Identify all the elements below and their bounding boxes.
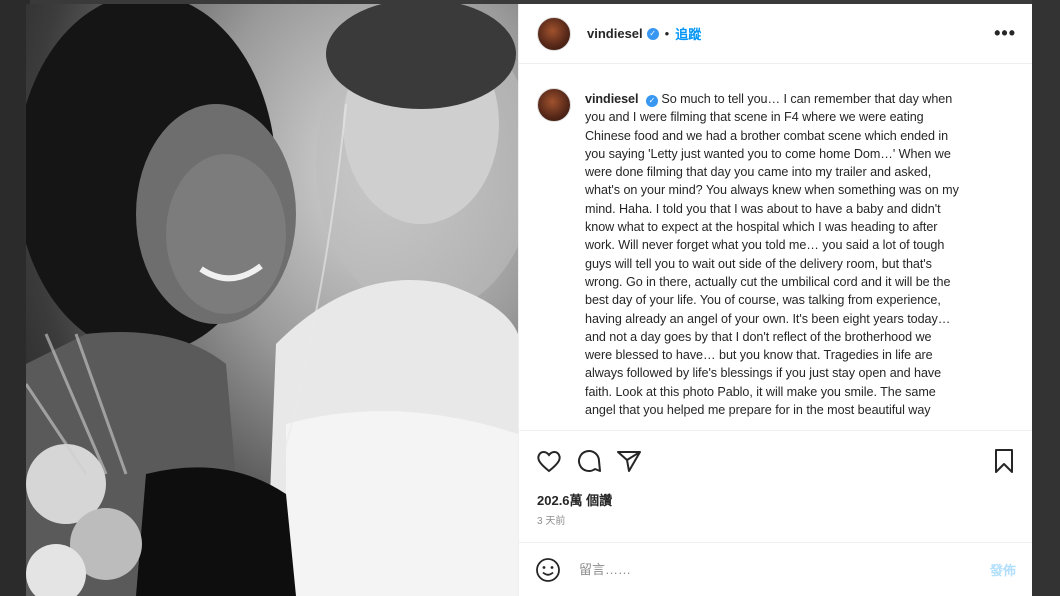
post-comment-button[interactable]: 發佈 — [990, 560, 1016, 579]
verified-badge-icon: ✓ — [646, 27, 659, 40]
paper-plane-icon[interactable] — [615, 447, 643, 475]
background-right — [1032, 0, 1060, 596]
likes-count[interactable]: 202.6萬 個讚 — [519, 490, 1032, 512]
comment-icon[interactable] — [575, 447, 603, 475]
comment-input[interactable] — [577, 561, 990, 578]
caption-avatar[interactable] — [537, 88, 571, 122]
heart-icon[interactable] — [535, 447, 563, 475]
caption-section: vindiesel ✓ So much to tell you… I can r… — [519, 64, 1032, 428]
caption-verified-badge-icon: ✓ — [645, 95, 658, 107]
bookmark-icon[interactable] — [990, 447, 1018, 475]
header-username[interactable]: vindiesel — [587, 26, 643, 41]
instagram-post: vindiesel ✓ • 追蹤 ••• vindiesel ✓ So much… — [26, 4, 1032, 596]
action-bar — [519, 430, 1032, 490]
caption-body: So much to tell you… I can remember that… — [585, 92, 959, 418]
post-photo — [26, 4, 518, 596]
caption-username[interactable]: vindiesel — [585, 92, 639, 106]
follow-button[interactable]: 追蹤 — [675, 24, 701, 43]
avatar[interactable] — [537, 16, 571, 51]
separator-dot: • — [664, 26, 670, 41]
photo-illustration — [26, 4, 518, 596]
smiley-icon[interactable] — [535, 557, 561, 583]
post-header: vindiesel ✓ • 追蹤 ••• — [519, 4, 1032, 64]
comment-bar: 發佈 — [519, 542, 1032, 596]
caption: vindiesel ✓ So much to tell you… I can r… — [585, 90, 959, 428]
post-side-panel: vindiesel ✓ • 追蹤 ••• vindiesel ✓ So much… — [518, 4, 1032, 596]
post-timestamp[interactable]: 3 天前 — [519, 512, 1032, 532]
more-options-icon[interactable]: ••• — [994, 23, 1016, 44]
